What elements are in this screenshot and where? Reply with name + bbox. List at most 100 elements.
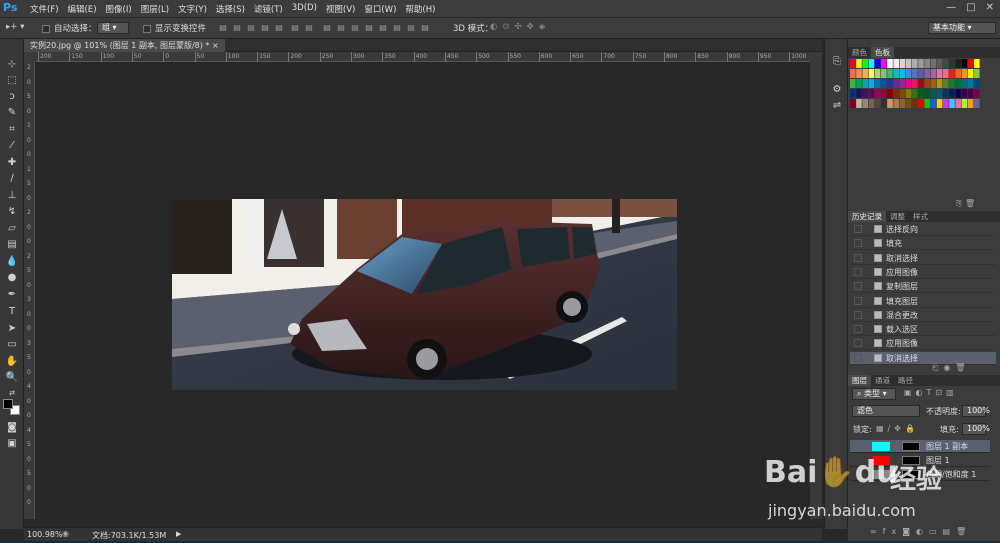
canvas-area[interactable] bbox=[36, 62, 810, 519]
swatch[interactable] bbox=[918, 69, 924, 78]
swatch[interactable] bbox=[893, 79, 899, 88]
tab-history-1[interactable]: 调整 bbox=[886, 211, 909, 222]
marquee-icon[interactable]: ⬚ bbox=[5, 74, 19, 87]
menu-1[interactable]: 编辑(E) bbox=[68, 3, 97, 15]
auto-select-checkbox[interactable]: 自动选择： bbox=[42, 22, 97, 34]
swatch[interactable] bbox=[868, 89, 875, 98]
layer-mask-thumbnail[interactable] bbox=[902, 470, 920, 479]
history-checkbox[interactable] bbox=[854, 310, 862, 319]
swatch[interactable] bbox=[881, 89, 887, 98]
swatch[interactable] bbox=[936, 99, 943, 108]
new-swatch-icon[interactable]: ⎘ 🗑 bbox=[956, 199, 975, 209]
swatch[interactable] bbox=[881, 69, 887, 78]
swatch[interactable] bbox=[862, 89, 868, 98]
swatch[interactable] bbox=[856, 89, 862, 98]
foreground-color[interactable] bbox=[3, 399, 13, 409]
filter-icons[interactable]: ▣◐T⊡▥ bbox=[904, 388, 958, 397]
align-icon[interactable]: ▤ bbox=[274, 23, 284, 32]
brush-icon[interactable]: ∕ bbox=[5, 172, 19, 185]
swatch[interactable] bbox=[887, 79, 893, 88]
layer-actions-icon[interactable]: ∞fx◙◐▭▤🗑 bbox=[870, 527, 972, 536]
history-checkbox[interactable] bbox=[854, 239, 862, 248]
zoom-level[interactable]: 100.98% bbox=[27, 530, 63, 539]
swatch[interactable] bbox=[887, 89, 893, 98]
swatch[interactable] bbox=[862, 99, 868, 108]
swatch[interactable] bbox=[930, 89, 937, 98]
swatch[interactable] bbox=[899, 59, 906, 68]
swatch[interactable] bbox=[961, 89, 968, 98]
swatch[interactable] bbox=[949, 59, 955, 68]
visibility-icon[interactable] bbox=[854, 442, 864, 451]
tab-history-2[interactable]: 样式 bbox=[909, 211, 932, 222]
swatch[interactable] bbox=[967, 89, 974, 98]
pen-icon[interactable]: ✒ bbox=[5, 288, 19, 301]
swatch[interactable] bbox=[961, 59, 968, 68]
history-checkbox[interactable] bbox=[854, 225, 862, 233]
menu-9[interactable]: 窗口(W) bbox=[364, 3, 396, 15]
fill-field[interactable]: 100% bbox=[962, 423, 990, 435]
swatch[interactable] bbox=[924, 69, 930, 78]
swatch[interactable] bbox=[924, 99, 930, 108]
swatch[interactable] bbox=[924, 89, 930, 98]
close-tab-icon[interactable]: × bbox=[212, 41, 219, 50]
swatch[interactable] bbox=[955, 79, 961, 88]
align-icon[interactable]: ▤ bbox=[392, 23, 402, 32]
align-icon[interactable]: ▤ bbox=[304, 23, 314, 32]
swatch[interactable] bbox=[961, 99, 968, 108]
swatch[interactable] bbox=[974, 59, 980, 68]
swatch[interactable] bbox=[949, 99, 955, 108]
adjust-icon[interactable]: ⇌ bbox=[830, 99, 844, 112]
history-brush-icon[interactable]: ↯ bbox=[5, 205, 19, 218]
history-checkbox[interactable] bbox=[854, 339, 862, 348]
swatch[interactable] bbox=[887, 59, 893, 68]
swatch[interactable] bbox=[930, 99, 937, 108]
swatch[interactable] bbox=[874, 89, 881, 98]
swatch[interactable] bbox=[887, 69, 893, 78]
properties-icon[interactable]: ⚙ bbox=[830, 83, 844, 96]
layer-mask-thumbnail[interactable] bbox=[902, 442, 920, 451]
layer-row[interactable]: 图层 1 副本 bbox=[850, 440, 990, 453]
swatch[interactable] bbox=[905, 99, 912, 108]
swatch[interactable] bbox=[862, 79, 868, 88]
swatch[interactable] bbox=[967, 59, 974, 68]
tab-layers-2[interactable]: 路径 bbox=[894, 375, 917, 386]
menu-2[interactable]: 图像(I) bbox=[106, 3, 132, 15]
swatch[interactable] bbox=[850, 69, 856, 78]
swatch[interactable] bbox=[881, 59, 887, 68]
history-item[interactable]: 载入选区 bbox=[850, 323, 996, 337]
auto-select-dropdown[interactable]: 组 ▾ bbox=[97, 22, 129, 34]
swatch[interactable] bbox=[905, 59, 912, 68]
swatch[interactable] bbox=[949, 69, 955, 78]
menu-3[interactable]: 图层(L) bbox=[141, 3, 169, 15]
swatch[interactable] bbox=[930, 69, 937, 78]
swatch[interactable] bbox=[912, 89, 918, 98]
menu-7[interactable]: 3D(D) bbox=[292, 3, 317, 15]
layer-filter-dropdown[interactable]: ⌕ 类型 ▾ bbox=[852, 388, 896, 400]
align-icon[interactable]: ▤ bbox=[406, 23, 416, 32]
align-icon[interactable]: ▤ bbox=[232, 23, 242, 32]
history-item[interactable]: 取消选择 bbox=[850, 351, 996, 365]
swatch[interactable] bbox=[856, 69, 862, 78]
status-info-icon[interactable]: ◉ bbox=[62, 529, 69, 538]
3d-mode-icons[interactable]: ◐⊙✣✥◈ bbox=[490, 22, 550, 32]
swatch[interactable] bbox=[850, 99, 856, 108]
status-arrow-icon[interactable]: ▶ bbox=[176, 530, 181, 538]
lock-icons[interactable]: ▦∕✥🔒 bbox=[876, 424, 919, 433]
swatch[interactable] bbox=[955, 59, 961, 68]
history-item[interactable]: 应用图像 bbox=[850, 337, 996, 351]
swatch[interactable] bbox=[961, 79, 968, 88]
swatch[interactable] bbox=[918, 89, 924, 98]
tab-swatches-0[interactable]: 颜色 bbox=[848, 47, 871, 58]
history-checkbox[interactable] bbox=[854, 296, 862, 305]
quick-mask-icon[interactable]: ◙ bbox=[5, 421, 19, 434]
history-item[interactable]: 应用图像 bbox=[850, 265, 996, 279]
screen-mode-icon[interactable]: ▣ bbox=[5, 437, 19, 450]
swatch[interactable] bbox=[899, 79, 906, 88]
document-tab[interactable]: 实例20.jpg @ 101% (图层 1 副本, 图层蒙版/8) * × bbox=[24, 39, 225, 52]
align-icon[interactable]: ▤ bbox=[364, 23, 374, 32]
maximize-icon[interactable]: □ bbox=[966, 2, 975, 13]
zoom-icon[interactable]: 🔍 bbox=[5, 371, 19, 384]
workspace-dropdown[interactable]: 基本功能 ▾ bbox=[928, 22, 996, 34]
tab-layers-0[interactable]: 图层 bbox=[848, 375, 871, 386]
swatch[interactable] bbox=[943, 89, 949, 98]
